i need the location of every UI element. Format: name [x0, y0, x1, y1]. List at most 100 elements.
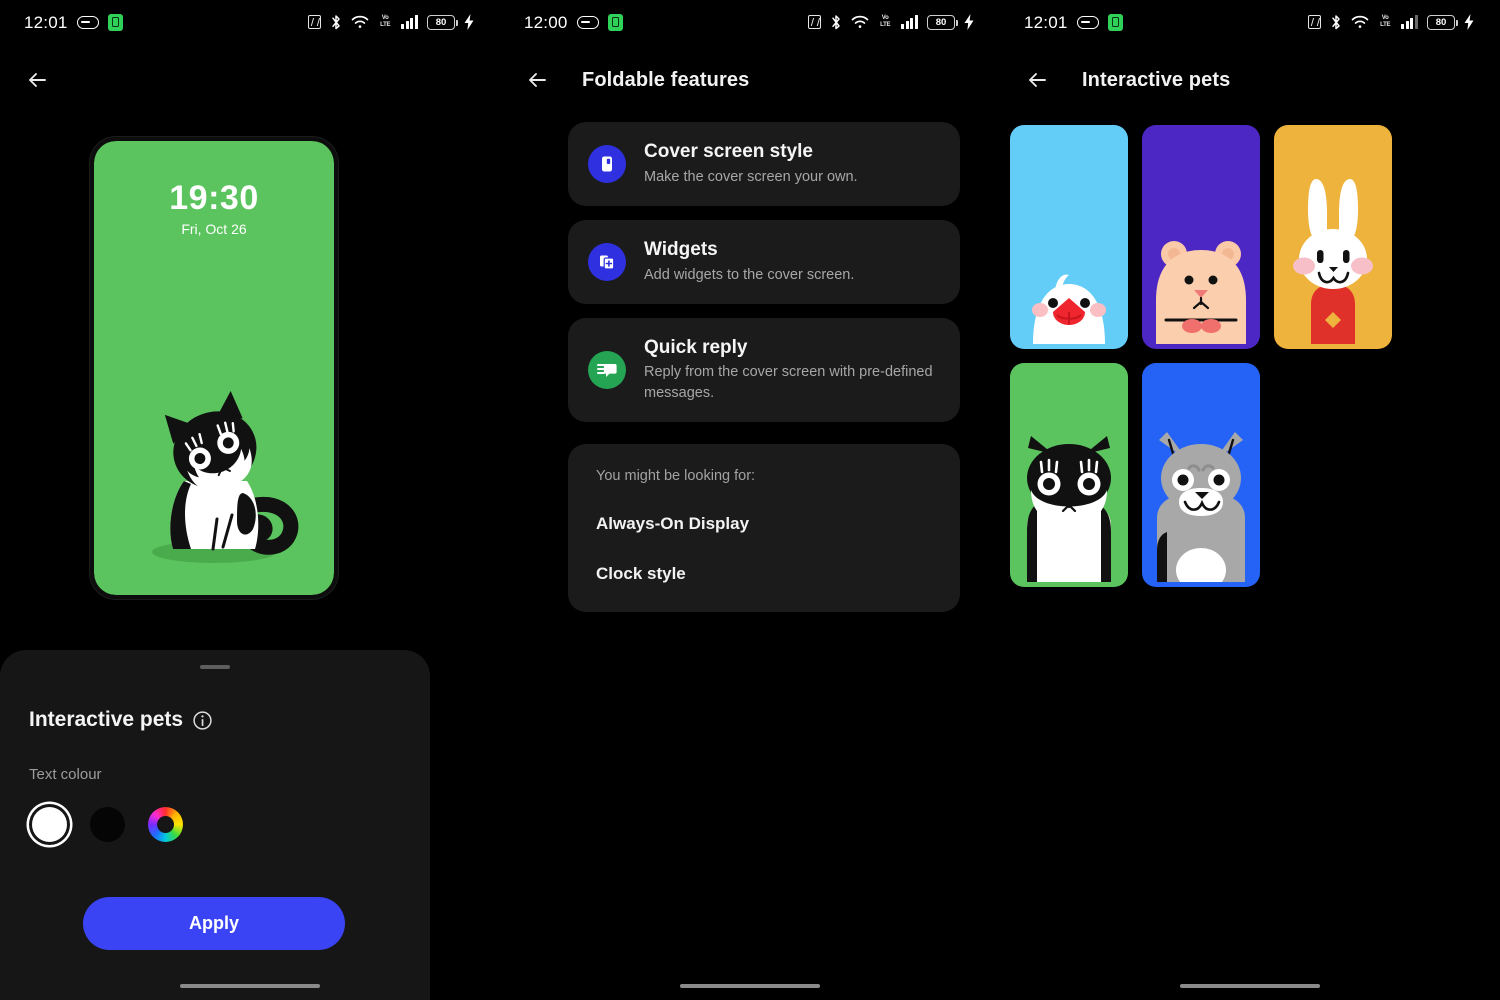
card-quick-reply[interactable]: Quick reply Reply from the cover screen … [568, 317, 960, 423]
battery-saver-icon [107, 13, 123, 31]
alarm-pill-icon [76, 15, 99, 29]
screenshot-triptych: 12:01 Vo LTE 80 19:30 Fri, Oct 26 Intera… [0, 0, 1500, 1000]
rabbit-illustration [1281, 174, 1385, 349]
preview-time: 19:30 [169, 179, 259, 217]
screen-cover-screen-preview: 12:01 Vo LTE 80 19:30 Fri, Oct 26 Intera… [0, 0, 500, 1000]
page-title: Interactive pets [1082, 68, 1231, 91]
back-arrow-icon[interactable] [24, 66, 52, 94]
battery-icon: 80 [427, 14, 458, 30]
gesture-nav-bar[interactable] [180, 983, 320, 988]
screen-foldable-features: 12:00 Vo LTE 80 Foldable features Cover … [500, 0, 1000, 1000]
pet-tile-tuxedo-cat[interactable] [1010, 363, 1128, 587]
widgets-icon [588, 242, 626, 281]
apply-button[interactable]: Apply [83, 897, 345, 950]
hamster-illustration [1148, 236, 1254, 349]
status-clock: 12:00 [524, 12, 568, 32]
volte-icon: Vo LTE [380, 14, 391, 28]
text-colour-swatches [32, 807, 430, 842]
bluetooth-icon [330, 14, 342, 31]
suggestions-card: You might be looking for: Always-On Disp… [568, 444, 960, 613]
preview-date: Fri, Oct 26 [181, 220, 247, 237]
status-bar-left: 12:01 [1024, 12, 1123, 32]
battery-icon: 80 [1427, 14, 1458, 30]
status-bar: 12:01 Vo LTE 80 [0, 0, 500, 44]
card-text: Quick reply Reply from the cover screen … [644, 336, 940, 405]
nfc-icon [808, 15, 822, 29]
info-icon[interactable] [193, 710, 212, 730]
wifi-icon [351, 15, 369, 29]
pet-tile-java-sparrow-bird[interactable] [1010, 125, 1128, 349]
status-bar-right: Vo LTE 80 [808, 14, 974, 31]
preview-clock: 19:30 Fri, Oct 26 [94, 179, 334, 237]
status-clock: 12:01 [1024, 12, 1068, 32]
feature-card-list: Cover screen style Make the cover screen… [568, 122, 960, 613]
card-description: Reply from the cover screen with pre-def… [644, 364, 933, 402]
card-title: Quick reply [644, 336, 748, 358]
page-title: Foldable features [582, 68, 750, 91]
alarm-pill-icon [576, 15, 599, 29]
status-bar: 12:00 Vo LTE 80 [500, 0, 1000, 44]
status-bar-right: Vo LTE 80 [1308, 14, 1474, 31]
app-bar: Foldable features [500, 58, 1000, 102]
status-bar-right: Vo LTE 80 [308, 14, 474, 31]
alarm-pill-icon [1076, 15, 1099, 29]
card-text: Widgets Add widgets to the cover screen. [644, 238, 940, 286]
husky-dog-illustration [1145, 430, 1257, 587]
swatch-white[interactable] [32, 807, 67, 842]
text-colour-label: Text colour [29, 766, 102, 783]
app-bar: Interactive pets [1000, 58, 1500, 102]
java-sparrow-illustration [1017, 240, 1121, 349]
charging-bolt-icon [464, 14, 474, 30]
signal-icon [401, 15, 418, 29]
status-bar-left: 12:00 [524, 12, 623, 32]
status-clock: 12:01 [24, 12, 68, 32]
status-bar: 12:01 Vo LTE 80 [1000, 0, 1500, 44]
suggestions-heading: You might be looking for: [596, 468, 756, 485]
back-arrow-icon[interactable] [1024, 66, 1052, 94]
signal-icon [1401, 15, 1418, 29]
pet-tile-rabbit[interactable] [1274, 125, 1392, 349]
tuxedo-cat-illustration [129, 389, 299, 569]
tuxedo-cat-illustration [1013, 434, 1125, 587]
pet-grid [1010, 125, 1392, 587]
battery-saver-icon [1107, 13, 1123, 31]
swatch-custom-colour-wheel[interactable] [148, 807, 183, 842]
volte-icon: Vo LTE [880, 14, 891, 28]
interactive-pets-bottom-sheet: Interactive pets Text colour Apply [0, 650, 430, 1000]
gesture-nav-bar[interactable] [1180, 983, 1320, 988]
app-bar [0, 58, 500, 102]
card-title: Widgets [644, 238, 718, 260]
cover-screen-preview[interactable]: 19:30 Fri, Oct 26 [90, 137, 338, 599]
card-cover-screen-style[interactable]: Cover screen style Make the cover screen… [568, 122, 960, 206]
battery-saver-icon [607, 13, 623, 31]
charging-bolt-icon [1464, 14, 1474, 30]
swatch-black[interactable] [90, 807, 125, 842]
volte-icon: Vo LTE [1380, 14, 1391, 28]
card-text: Cover screen style Make the cover screen… [644, 140, 940, 188]
bluetooth-icon [830, 14, 842, 31]
wifi-icon [1351, 15, 1369, 29]
signal-icon [901, 15, 918, 29]
sheet-header: Interactive pets [29, 708, 430, 732]
pet-tile-husky-dog[interactable] [1142, 363, 1260, 587]
status-bar-left: 12:01 [24, 12, 123, 32]
gesture-nav-bar[interactable] [680, 983, 820, 988]
card-description: Make the cover screen your own. [644, 168, 858, 185]
back-arrow-icon[interactable] [524, 66, 552, 94]
screen-interactive-pets: 12:01 Vo LTE 80 Interactive pets [1000, 0, 1500, 1000]
preview-wallpaper: 19:30 Fri, Oct 26 [94, 141, 334, 595]
nfc-icon [1308, 15, 1322, 29]
suggestion-clock-style[interactable]: Clock style [568, 564, 960, 584]
quick-reply-icon [588, 350, 626, 389]
card-widgets[interactable]: Widgets Add widgets to the cover screen. [568, 219, 960, 304]
sheet-drag-handle[interactable] [200, 665, 230, 669]
card-title: Cover screen style [644, 141, 813, 162]
card-description: Add widgets to the cover screen. [644, 266, 855, 283]
suggestion-always-on-display[interactable]: Always-On Display [568, 514, 960, 534]
sheet-title: Interactive pets [29, 708, 184, 731]
cover-screen-icon [588, 144, 626, 183]
charging-bolt-icon [964, 14, 974, 30]
battery-icon: 80 [927, 14, 958, 30]
pet-tile-hamster[interactable] [1142, 125, 1260, 349]
nfc-icon [308, 15, 322, 29]
